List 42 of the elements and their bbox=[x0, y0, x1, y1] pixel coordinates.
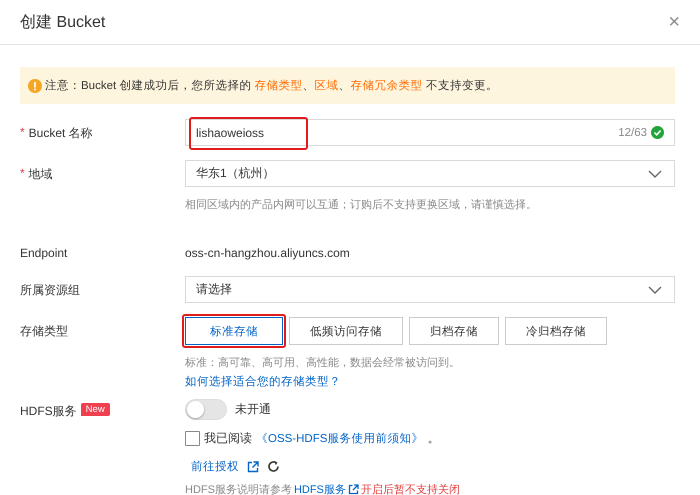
hint-text: 相同区域内的产品内网可以互通；订购后不支持更换区域，请谨慎选择。 bbox=[185, 198, 538, 212]
authorize-link[interactable]: 前往授权 bbox=[191, 459, 239, 474]
endpoint-value: oss-cn-hangzhou.aliyuncs.com bbox=[185, 246, 351, 260]
field-label: 存储类型 bbox=[20, 323, 68, 340]
field-label: Bucket 名称 bbox=[28, 125, 93, 142]
warning-text: 开启后暂不支持关闭 bbox=[360, 482, 460, 495]
character-counter: 12/63 bbox=[618, 126, 647, 138]
storage-class-option[interactable]: 低频访问存储 bbox=[289, 317, 403, 345]
close-button[interactable]: × bbox=[664, 10, 684, 34]
select-value: 华东1（杭州） bbox=[196, 165, 276, 182]
period-text: 。 bbox=[427, 430, 440, 447]
select-placeholder: 请选择 bbox=[196, 281, 233, 298]
region-select[interactable]: 华东1（杭州） bbox=[185, 160, 675, 187]
field-label: 所属资源组 bbox=[20, 282, 80, 299]
switch-status: 未开通 bbox=[235, 401, 271, 418]
field-label: 地域 bbox=[28, 166, 53, 183]
dialog-title: 创建 Bucket bbox=[20, 12, 106, 32]
refresh-icon bbox=[267, 460, 280, 473]
notice-text: 注意：Bucket 创建成功后，您所选择的 存储类型、区域、存储冗余类型 不支持变更。 bbox=[45, 78, 498, 93]
field-value: lishaoweioss bbox=[196, 126, 264, 140]
hdfs-link[interactable]: HDFS服务 bbox=[294, 482, 346, 495]
storage-class-option[interactable]: 标准存储 bbox=[185, 317, 283, 345]
agreement-text: 我已阅读 bbox=[204, 430, 252, 447]
warning-icon bbox=[28, 78, 42, 92]
checkbox[interactable] bbox=[185, 431, 200, 446]
chevron-down-icon bbox=[648, 286, 662, 294]
storage-class-option[interactable]: 冷归档存储 bbox=[505, 317, 607, 345]
new-badge: New bbox=[80, 403, 110, 416]
chevron-down-icon bbox=[648, 170, 662, 178]
field-label: Endpoint bbox=[20, 246, 68, 260]
toggle-switch[interactable] bbox=[185, 399, 227, 420]
required-mark: * bbox=[20, 125, 25, 139]
required-mark: * bbox=[20, 166, 25, 180]
external-link-icon bbox=[247, 460, 259, 472]
note-text: HDFS服务说明请参考 bbox=[185, 483, 292, 495]
help-link[interactable]: 如何选择适合您的存储类型？ bbox=[185, 374, 675, 389]
field-label: HDFS服务 bbox=[20, 403, 77, 420]
resource-group-select[interactable]: 请选择 bbox=[185, 276, 675, 303]
hint-text: 标准：高可靠、高可用、高性能，数据会经常被访问到。 bbox=[185, 356, 461, 370]
storage-class-option[interactable]: 归档存储 bbox=[409, 317, 499, 345]
terms-link[interactable]: 《OSS-HDFS服务使用前须知》 bbox=[256, 431, 424, 446]
external-link-icon bbox=[348, 484, 359, 495]
